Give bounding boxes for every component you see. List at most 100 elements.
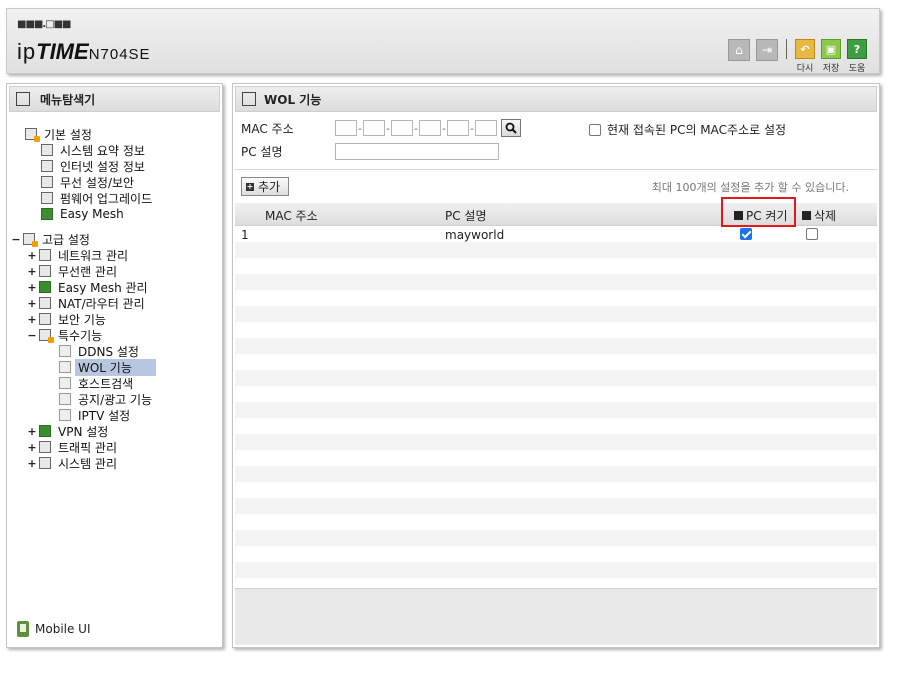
column-delete[interactable]: 삭제 bbox=[802, 207, 836, 224]
menu-explorer-title-text: 메뉴탐색기 bbox=[40, 92, 96, 107]
logo-model: N704SE bbox=[88, 46, 151, 63]
tree-item-easy-mesh-manage[interactable]: + Easy Mesh 관리 bbox=[27, 279, 151, 295]
tree-item-wol[interactable]: WOL 기능 bbox=[59, 358, 156, 376]
current-pc-row: 현재 접속된 PC의 MAC주소로 설정 bbox=[589, 121, 786, 138]
traffic-icon bbox=[39, 441, 51, 453]
mac-field-2[interactable] bbox=[363, 120, 385, 136]
mac-field-6[interactable] bbox=[475, 120, 497, 136]
help-button[interactable]: ? 도움 bbox=[847, 39, 867, 74]
expand-toggle[interactable]: + bbox=[27, 441, 37, 454]
expand-toggle[interactable]: + bbox=[27, 249, 37, 262]
collapse-toggle[interactable]: − bbox=[27, 329, 37, 342]
network-icon bbox=[39, 249, 51, 261]
table-row bbox=[235, 434, 877, 450]
help-label: 도움 bbox=[848, 64, 866, 74]
table-row bbox=[235, 290, 877, 306]
tree-item-notice-ad[interactable]: 공지/광고 기능 bbox=[59, 391, 155, 407]
chart-icon bbox=[41, 144, 53, 156]
expand-toggle[interactable]: + bbox=[27, 297, 37, 310]
wireless-icon bbox=[41, 176, 53, 188]
mac-field-3[interactable] bbox=[391, 120, 413, 136]
tree-item-iptv[interactable]: IPTV 설정 bbox=[59, 407, 133, 423]
tree-basic-settings[interactable]: 기본 설정 bbox=[25, 126, 95, 142]
mac-search-button[interactable] bbox=[501, 119, 521, 137]
wol-title-bar: WOL 기능 bbox=[235, 86, 877, 112]
tree-item-system-summary[interactable]: 시스템 요약 정보 bbox=[41, 142, 148, 158]
mobile-ui-label: Mobile UI bbox=[35, 622, 91, 636]
tree-item-traffic[interactable]: + 트래픽 관리 bbox=[27, 439, 120, 455]
wol-title: WOL 기능 bbox=[264, 92, 322, 107]
table-row bbox=[235, 418, 877, 434]
save-button[interactable]: ▣ 저장 bbox=[821, 39, 841, 74]
page-icon bbox=[59, 409, 71, 421]
pc-name-label: PC 설명 bbox=[241, 145, 283, 159]
search-icon bbox=[505, 122, 517, 134]
expand-toggle[interactable]: + bbox=[27, 265, 37, 278]
menu-explorer-title: 메뉴탐색기 bbox=[9, 86, 220, 112]
page-icon bbox=[59, 377, 71, 389]
tree-item-ddns[interactable]: DDNS 설정 bbox=[59, 343, 142, 359]
wireless-icon bbox=[39, 265, 51, 277]
wol-table-body: 1 mayworld bbox=[235, 226, 877, 578]
expand-toggle[interactable]: + bbox=[27, 313, 37, 326]
tree-item-special[interactable]: − 특수기능 bbox=[27, 327, 105, 343]
mac-field-4[interactable] bbox=[419, 120, 441, 136]
window-icon bbox=[242, 92, 256, 106]
table-row bbox=[235, 258, 877, 274]
header-toolbar: ⌂ ⇥ ↶ 다시 ▣ 저장 ? 도움 bbox=[722, 39, 867, 74]
tree-item-system[interactable]: + 시스템 관리 bbox=[27, 455, 120, 471]
toolbar-divider bbox=[786, 39, 787, 59]
logo-dots: ■■■.□■■ bbox=[17, 19, 71, 30]
expand-toggle[interactable]: + bbox=[27, 457, 37, 470]
plus-icon: + bbox=[246, 181, 254, 191]
table-row bbox=[235, 242, 877, 258]
delete-checkbox[interactable] bbox=[806, 228, 818, 240]
lock-icon bbox=[39, 313, 51, 325]
table-row bbox=[235, 498, 877, 514]
tree-item-host-search[interactable]: 호스트검색 bbox=[59, 375, 136, 391]
mesh-icon bbox=[39, 281, 51, 293]
tree-item-wireless[interactable]: + 무선랜 관리 bbox=[27, 263, 120, 279]
table-row bbox=[235, 562, 877, 578]
power-on-checkbox[interactable] bbox=[740, 228, 752, 240]
column-mac: MAC 주소 bbox=[265, 209, 318, 223]
help-icon: ? bbox=[847, 39, 867, 59]
undo-button[interactable]: ↶ 다시 bbox=[795, 39, 815, 74]
logout-icon[interactable]: ⇥ bbox=[756, 39, 778, 61]
expand-toggle[interactable]: + bbox=[27, 281, 37, 294]
tree-item-security[interactable]: + 보안 기능 bbox=[27, 311, 109, 327]
delete-icon bbox=[802, 211, 811, 220]
max-entries-note: 최대 100개의 설정을 추가 할 수 있습니다. bbox=[651, 181, 849, 194]
page-icon bbox=[59, 361, 71, 373]
column-pc-name: PC 설명 bbox=[445, 209, 487, 223]
table-row bbox=[235, 306, 877, 322]
undo-label: 다시 bbox=[796, 64, 814, 74]
home-icon[interactable]: ⌂ bbox=[728, 39, 750, 61]
mac-field-1[interactable] bbox=[335, 120, 357, 136]
menu-explorer-panel: 메뉴탐색기 기본 설정 시스템 요약 정보 인터넷 설정 정보 무선 설정/보안… bbox=[6, 83, 223, 648]
tree-item-nat-router[interactable]: + NAT/라우터 관리 bbox=[27, 295, 148, 311]
tree-item-vpn[interactable]: + VPN 설정 bbox=[27, 423, 111, 439]
mac-field-5[interactable] bbox=[447, 120, 469, 136]
tree-item-easy-mesh[interactable]: Easy Mesh bbox=[41, 206, 127, 222]
table-row bbox=[235, 530, 877, 546]
folder-icon bbox=[25, 128, 40, 142]
row-mac: 1 bbox=[241, 228, 249, 242]
tree-item-internet-info[interactable]: 인터넷 설정 정보 bbox=[41, 158, 148, 174]
tree-item-firmware-upgrade[interactable]: 펌웨어 업그레이드 bbox=[41, 190, 155, 206]
pc-name-input[interactable] bbox=[335, 143, 499, 160]
table-row bbox=[235, 546, 877, 562]
folder-icon bbox=[23, 233, 38, 247]
pc-name-row: PC 설명 bbox=[241, 143, 499, 160]
tree-item-wireless-security[interactable]: 무선 설정/보안 bbox=[41, 174, 137, 190]
table-row bbox=[235, 514, 877, 530]
tree-item-network[interactable]: + 네트워크 관리 bbox=[27, 247, 131, 263]
mobile-ui-link[interactable]: Mobile UI bbox=[17, 621, 91, 637]
table-row bbox=[235, 482, 877, 498]
expand-toggle[interactable]: + bbox=[27, 425, 37, 438]
add-button[interactable]: + 추가 bbox=[241, 177, 290, 196]
table-row bbox=[235, 466, 877, 482]
current-pc-checkbox[interactable] bbox=[589, 123, 601, 136]
tree-advanced-settings[interactable]: − 고급 설정 bbox=[11, 231, 93, 247]
collapse-toggle[interactable]: − bbox=[11, 233, 21, 246]
